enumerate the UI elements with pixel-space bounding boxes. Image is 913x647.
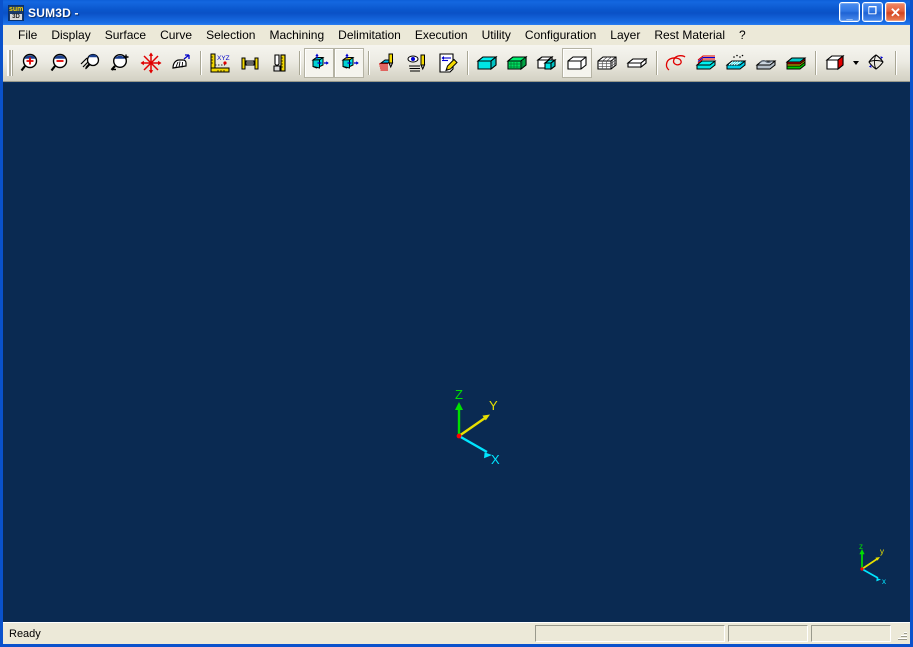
resize-gripper[interactable] — [894, 627, 908, 641]
rotate-view-button[interactable] — [861, 48, 891, 78]
app-icon-top-text: sum — [9, 5, 24, 13]
status-bar: Ready — [3, 622, 910, 644]
close-icon: ✕ — [890, 5, 901, 20]
svg-text:X: X — [491, 452, 500, 467]
pan-button[interactable] — [166, 48, 196, 78]
svg-text:y: y — [880, 547, 884, 556]
toolpath-layers-button[interactable] — [373, 48, 403, 78]
toolbar-separator — [299, 51, 300, 75]
main-toolbar: XYZ — [3, 45, 910, 82]
shade-mesh-button[interactable] — [502, 48, 532, 78]
stock-colored-button[interactable] — [781, 48, 811, 78]
menu-item-delimitation[interactable]: Delimitation — [331, 26, 408, 44]
toolbar-separator — [467, 51, 468, 75]
outline-button[interactable] — [622, 48, 652, 78]
toolbar-separator — [815, 51, 816, 75]
chevron-down-icon — [852, 61, 859, 65]
view-cube-move-button[interactable] — [304, 48, 334, 78]
stock-button[interactable] — [751, 48, 781, 78]
app-icon-bottom-text: 3D — [10, 13, 22, 20]
shade-partial-button[interactable] — [532, 48, 562, 78]
title-bar[interactable]: sum 3D SUM3D - _ ❐ ✕ — [3, 0, 910, 25]
status-pane-1 — [535, 625, 725, 642]
toolbar-separator — [368, 51, 369, 75]
svg-text:Z: Z — [455, 388, 463, 402]
toolbar-separator — [200, 51, 201, 75]
view-orient-dropdown-arrow[interactable] — [850, 48, 861, 78]
measure-xyz-button[interactable]: XYZ — [205, 48, 235, 78]
surface-stack-button[interactable] — [691, 48, 721, 78]
menu-item-file[interactable]: File — [11, 26, 44, 44]
close-button[interactable]: ✕ — [885, 2, 906, 22]
svg-text:z: z — [859, 542, 863, 551]
menu-item-help[interactable]: ? — [732, 26, 753, 44]
menu-item-execution[interactable]: Execution — [408, 26, 475, 44]
menu-bar: File Display Surface Curve Selection Mac… — [3, 25, 910, 45]
menu-item-layer[interactable]: Layer — [603, 26, 647, 44]
menu-item-utility[interactable]: Utility — [475, 26, 518, 44]
axis-triad-main: Z Y X — [455, 388, 500, 467]
measure-tool-button[interactable] — [265, 48, 295, 78]
toolbar-grip[interactable] — [7, 50, 13, 76]
zoom-in-button[interactable] — [16, 48, 46, 78]
measure-distance-button[interactable] — [235, 48, 265, 78]
toolbar-separator — [656, 51, 657, 75]
axis-triad-corner: z y x — [859, 542, 886, 586]
caption-buttons: _ ❐ ✕ — [839, 2, 906, 22]
annotate-button[interactable] — [433, 48, 463, 78]
wireframe-button[interactable] — [562, 48, 592, 78]
menu-item-selection[interactable]: Selection — [199, 26, 262, 44]
svg-text:XYZ: XYZ — [217, 55, 230, 62]
minimize-button[interactable]: _ — [839, 2, 860, 22]
shade-solid-button[interactable] — [472, 48, 502, 78]
minimize-icon: _ — [846, 9, 853, 21]
maximize-icon: ❐ — [868, 6, 877, 17]
menu-item-machining[interactable]: Machining — [262, 26, 331, 44]
svg-text:Y: Y — [489, 398, 498, 413]
menu-item-curve[interactable]: Curve — [153, 26, 199, 44]
surface-hatch-button[interactable] — [721, 48, 751, 78]
menu-item-configuration[interactable]: Configuration — [518, 26, 603, 44]
menu-item-display[interactable]: Display — [44, 26, 97, 44]
view-cube-top-move-button[interactable] — [334, 48, 364, 78]
zoom-dynamic-button[interactable] — [76, 48, 106, 78]
menu-item-rest-material[interactable]: Rest Material — [647, 26, 732, 44]
maximize-button[interactable]: ❐ — [862, 2, 883, 22]
curve-button[interactable] — [661, 48, 691, 78]
toolpath-preview-button[interactable] — [403, 48, 433, 78]
wireframe-grid-button[interactable] — [592, 48, 622, 78]
view-orient-cube-button[interactable] — [820, 48, 850, 78]
svg-text:x: x — [882, 577, 886, 586]
status-pane-3 — [811, 625, 891, 642]
window-title: SUM3D - — [28, 5, 79, 20]
menu-item-surface[interactable]: Surface — [98, 26, 153, 44]
zoom-window-button[interactable] — [106, 48, 136, 78]
3d-viewport[interactable]: Z Y X z y x — [3, 82, 910, 622]
status-pane-2 — [728, 625, 808, 642]
zoom-out-button[interactable] — [46, 48, 76, 78]
toolbar-separator — [895, 51, 896, 75]
status-message: Ready — [9, 627, 41, 640]
application-window: sum 3D SUM3D - _ ❐ ✕ File Display Surfac… — [0, 0, 913, 647]
sum3d-app-icon[interactable]: sum 3D — [8, 4, 24, 21]
zoom-all-button[interactable] — [136, 48, 166, 78]
